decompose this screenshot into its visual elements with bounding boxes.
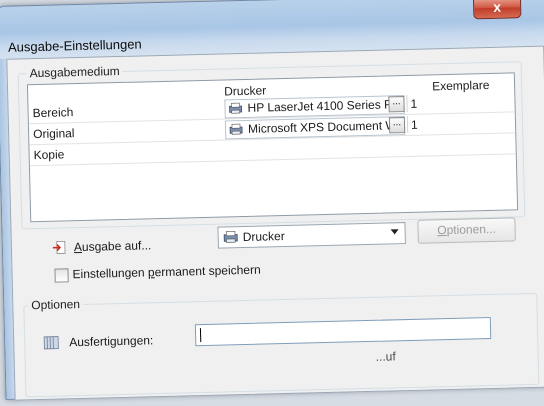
dialog-window: Ausgabe-Einstellungen x Ausgabemedium Dr… bbox=[0, 0, 544, 401]
printer-name: HP LaserJet 4100 Series PCL bbox=[247, 96, 405, 115]
copies-value: 1 bbox=[410, 96, 418, 111]
printer-icon bbox=[223, 230, 238, 243]
row-name: Original bbox=[32, 126, 75, 142]
copies-value: 1 bbox=[410, 117, 418, 132]
screenshot-stage: Ausgabe-Einstellungen x Ausgabemedium Dr… bbox=[0, 0, 544, 406]
printer-name: Microsoft XPS Document Writer bbox=[247, 117, 406, 136]
copies-cell[interactable] bbox=[406, 113, 515, 133]
row-name: Bereich bbox=[32, 105, 74, 121]
output-target-label[interactable]: Ausgabe auf... bbox=[74, 238, 152, 254]
optionen-group: Optionen Ausfertigungen: ...uf bbox=[23, 292, 540, 398]
text-caret bbox=[199, 328, 202, 343]
ausfertigungen-input[interactable] bbox=[194, 317, 492, 347]
export-icon bbox=[52, 240, 66, 254]
close-icon: x bbox=[493, 0, 502, 15]
column-header-copies: Exemplare bbox=[431, 77, 490, 94]
column-header-printer: Drucker bbox=[223, 83, 267, 99]
copies-cell[interactable] bbox=[406, 92, 514, 112]
optionen-group-label: Optionen bbox=[28, 296, 84, 313]
output-target-value: Drucker bbox=[242, 229, 285, 245]
options-button[interactable]: Optionen... bbox=[417, 217, 516, 244]
printer-icon bbox=[229, 102, 243, 114]
browse-printer-button[interactable]: ... bbox=[388, 117, 406, 134]
output-media-table[interactable]: Drucker Exemplare Bereich HP LaserJet 41… bbox=[26, 72, 519, 223]
persist-settings-checkbox[interactable] bbox=[54, 268, 69, 283]
ausgabemedium-group-label: Ausgabemedium bbox=[26, 63, 123, 81]
dialog-client-area: Ausgabemedium Drucker Exemplare Bereich bbox=[6, 45, 544, 401]
row-name: Kopie bbox=[33, 147, 65, 163]
output-target-select[interactable]: Drucker bbox=[217, 222, 406, 249]
close-button[interactable]: x bbox=[472, 0, 522, 20]
clipped-text: ...uf bbox=[375, 349, 396, 364]
browse-printer-button[interactable]: ... bbox=[388, 96, 405, 113]
printer-icon bbox=[229, 123, 243, 135]
chevron-down-icon[interactable] bbox=[390, 229, 399, 235]
ausfertigungen-label: Ausfertigungen: bbox=[69, 333, 154, 350]
ausgabemedium-group: Ausgabemedium Drucker Exemplare Bereich bbox=[17, 61, 526, 230]
window-title: Ausgabe-Einstellungen bbox=[7, 36, 142, 55]
